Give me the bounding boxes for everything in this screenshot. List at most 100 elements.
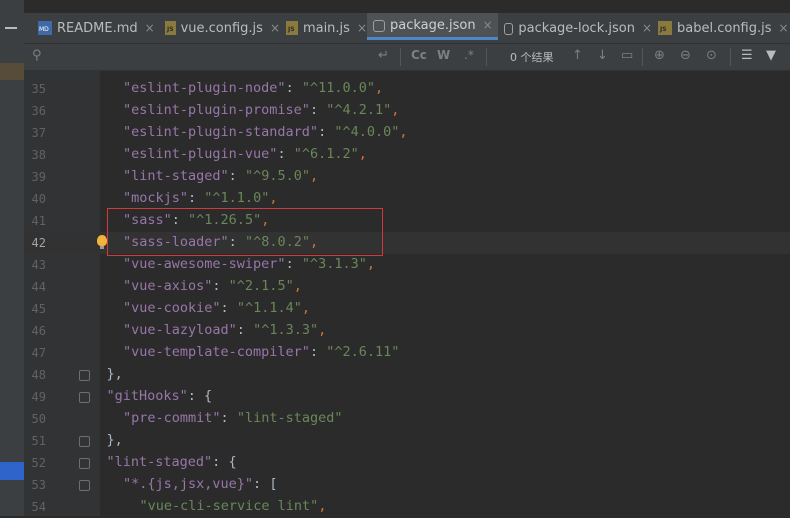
js-file-icon — [286, 21, 298, 35]
regex-toggle[interactable]: .* — [464, 48, 474, 62]
json-value: "^3.1.3" — [301, 256, 367, 272]
code-line[interactable]: 38 "eslint-plugin-vue": "^6.1.2", — [24, 144, 790, 166]
json-value: "^1.1.0" — [204, 190, 270, 206]
close-icon[interactable]: × — [483, 18, 493, 32]
search-input[interactable] — [52, 47, 386, 67]
add-occurrence-icon[interactable]: ⊕ — [654, 48, 665, 63]
tab-main-js[interactable]: main.js × — [280, 13, 367, 43]
line-number: 43 — [31, 258, 46, 272]
code-text: "vue-cookie": "^1.1.4", — [123, 300, 310, 316]
annotation-highlight-box — [107, 208, 383, 256]
colon: : — [285, 256, 302, 272]
tab-label: vue.config.js — [180, 20, 263, 36]
close-icon[interactable]: × — [357, 21, 367, 35]
tab-label: babel.config.js — [677, 20, 772, 36]
fold-marker-icon[interactable] — [79, 458, 90, 469]
code-line[interactable]: 40 "mockjs": "^1.1.0", — [24, 188, 790, 210]
line-number: 49 — [31, 390, 46, 404]
tab-babel-config-js[interactable]: babel.config.js × — [652, 13, 790, 43]
close-icon[interactable]: × — [642, 21, 652, 35]
js-file-icon — [165, 21, 176, 35]
filter-icon[interactable]: ▼ — [766, 48, 776, 63]
colon: : — [236, 322, 254, 338]
open-bracket: { — [204, 388, 213, 404]
code-text: "vue-cli-service lint", — [140, 498, 327, 514]
arrow-up-icon[interactable]: ↑ — [572, 48, 583, 63]
project-tree-active-item[interactable] — [0, 462, 24, 480]
line-number: 38 — [31, 148, 46, 162]
select-all-occurrences-icon[interactable]: ▭ — [621, 48, 633, 63]
json-value: "^6.1.2" — [293, 146, 359, 162]
tab-README-md[interactable]: README.md × — [32, 13, 159, 43]
colon: : — [277, 146, 294, 162]
json-key: "vue-axios" — [123, 278, 213, 294]
code-line[interactable]: 49 "gitHooks": { — [24, 386, 790, 408]
close-icon[interactable]: × — [145, 21, 155, 35]
code-line[interactable]: 51}, — [24, 430, 790, 452]
project-tool-strip — [0, 0, 24, 516]
code-line[interactable]: 37 "eslint-plugin-standard": "^4.0.0", — [24, 122, 790, 144]
colon: : — [285, 80, 302, 96]
filter-lines-icon[interactable]: ☰ — [741, 48, 753, 63]
comma: , — [318, 322, 327, 338]
code-line[interactable]: 43 "vue-awesome-swiper": "^3.1.3", — [24, 254, 790, 276]
line-number: 42 — [31, 236, 46, 250]
tab-package-json[interactable]: package.json × — [367, 13, 498, 40]
code-line[interactable]: 36 "eslint-plugin-promise": "^4.2.1", — [24, 100, 790, 122]
comma: , — [374, 80, 384, 96]
code-line[interactable]: 47 "vue-template-compiler": "^2.6.11" — [24, 342, 790, 364]
comma: , — [358, 146, 367, 162]
colon: : — [309, 102, 327, 118]
divider — [400, 48, 401, 66]
comma: , — [309, 168, 319, 184]
match-case-toggle[interactable]: Cc — [411, 48, 427, 62]
code-text: "lint-staged": { — [107, 454, 237, 470]
comma: , — [366, 256, 375, 272]
code-line[interactable]: 44 "vue-axios": "^2.1.5", — [24, 276, 790, 298]
tab-package-lock-json[interactable]: package-lock.json × — [498, 13, 652, 43]
remove-occurrence-icon[interactable]: ⊖ — [680, 48, 691, 63]
fold-marker-icon[interactable] — [79, 370, 90, 381]
search-icon[interactable]: ⚲ — [32, 48, 42, 63]
editor-tab-bar: README.md×vue.config.js×main.js×package.… — [24, 13, 790, 44]
colon: : — [253, 476, 270, 492]
json-key: "vue-awesome-swiper" — [123, 256, 286, 272]
code-text: "mockjs": "^1.1.0", — [123, 190, 277, 206]
fold-marker-icon[interactable] — [79, 392, 90, 403]
code-line[interactable]: 48}, — [24, 364, 790, 386]
code-line[interactable]: 46 "vue-lazyload": "^1.3.3", — [24, 320, 790, 342]
markdown-file-icon — [38, 21, 52, 35]
line-number: 53 — [31, 478, 46, 492]
arrow-down-icon[interactable]: ↓ — [597, 48, 608, 63]
code-line[interactable]: 54 "vue-cli-service lint", — [24, 496, 790, 518]
line-number: 39 — [31, 170, 46, 184]
fold-marker-icon[interactable] — [79, 480, 90, 491]
code-line[interactable]: 53 "*.{js,jsx,vue}": [ — [24, 474, 790, 496]
open-bracket: { — [228, 454, 237, 470]
fold-marker-icon[interactable] — [79, 436, 90, 447]
colon: : — [228, 168, 245, 184]
json-key: "eslint-plugin-promise" — [123, 102, 310, 118]
close-icon[interactable]: × — [270, 21, 280, 35]
code-line[interactable]: 50 "pre-commit": "lint-staged" — [24, 408, 790, 430]
json-value: "^2.1.5" — [228, 278, 294, 294]
intention-bulb-icon[interactable] — [97, 235, 107, 249]
code-line[interactable]: 35 "eslint-plugin-node": "^11.0.0", — [24, 78, 790, 100]
divider — [486, 48, 487, 66]
collapse-icon[interactable] — [5, 27, 17, 29]
colon: : — [188, 190, 205, 206]
colon: : — [187, 388, 205, 404]
code-line[interactable]: 52 "lint-staged": { — [24, 452, 790, 474]
colon: : — [220, 410, 237, 426]
new-line-icon[interactable]: ↵ — [378, 48, 389, 63]
code-line[interactable]: 39 "lint-staged": "^9.5.0", — [24, 166, 790, 188]
toggle-occurrence-icon[interactable]: ⊙ — [706, 48, 717, 63]
close-icon[interactable]: × — [779, 21, 789, 35]
find-bar: ⚲ ↵ Cc W .* 0 个结果 ↑ ↓ ▭ ⊕ ⊖ ⊙ ☰ ▼ — [24, 44, 790, 71]
code-text: "vue-lazyload": "^1.3.3", — [123, 322, 326, 338]
json-value: "^1.3.3" — [253, 322, 319, 338]
colon: : — [309, 344, 327, 360]
tab-vue-config-js[interactable]: vue.config.js × — [159, 13, 280, 43]
words-toggle[interactable]: W — [437, 48, 450, 62]
code-line[interactable]: 45 "vue-cookie": "^1.1.4", — [24, 298, 790, 320]
